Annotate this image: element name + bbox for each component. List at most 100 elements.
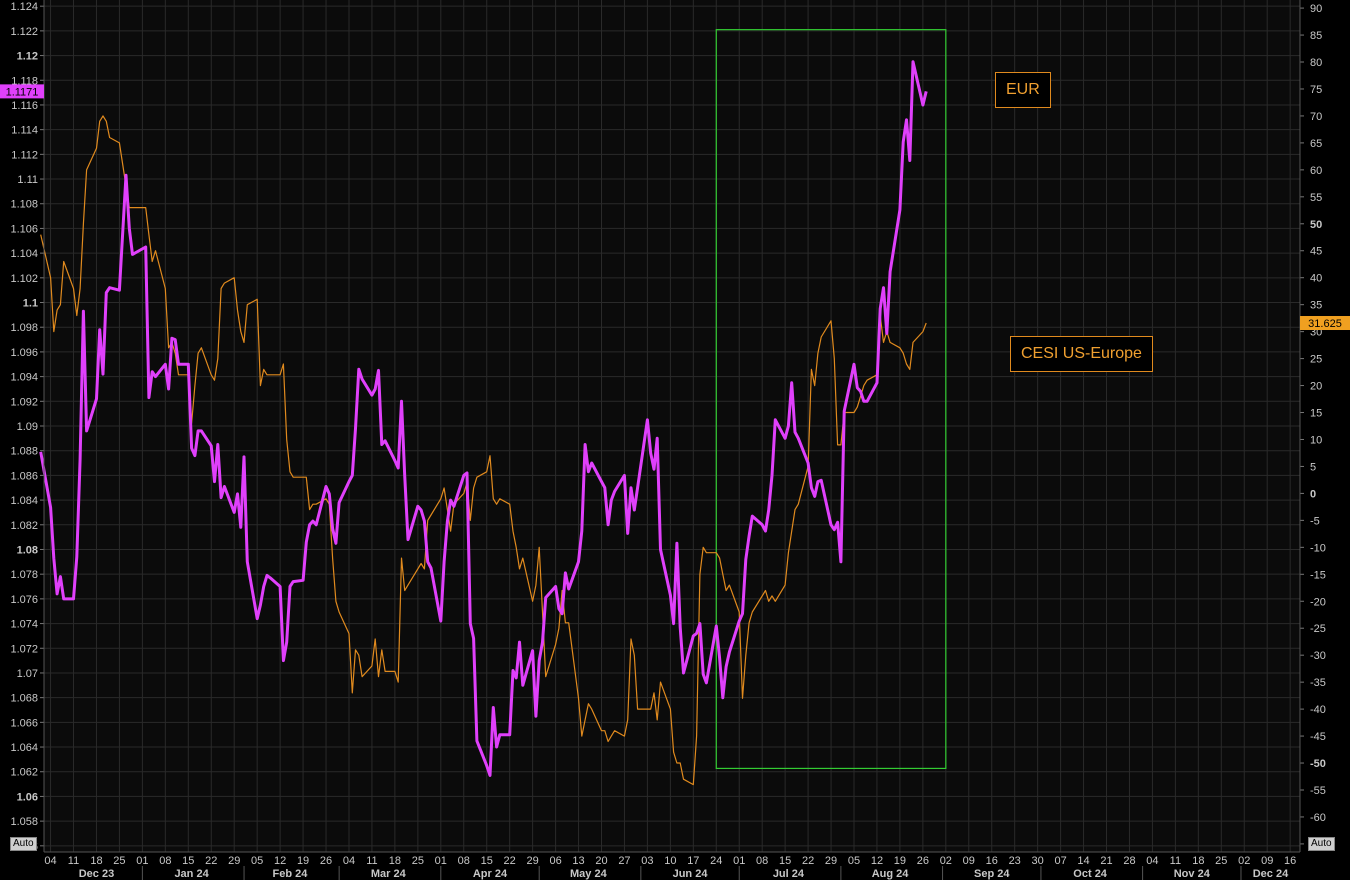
left-tick-label: 1.088 xyxy=(10,446,38,458)
right-tick-label: 0 xyxy=(1310,488,1316,500)
left-tick-label: 1.094 xyxy=(10,372,38,384)
right-tick-label: 40 xyxy=(1310,273,1322,285)
x-day-label: 08 xyxy=(756,855,768,867)
x-day-label: 11 xyxy=(68,855,79,867)
x-month-label: Mar 24 xyxy=(371,868,407,880)
x-day-label: 01 xyxy=(435,855,447,867)
left-tick-label: 1.1 xyxy=(23,298,38,310)
x-month-label: Sep 24 xyxy=(974,868,1010,880)
right-tick-label: -60 xyxy=(1310,812,1326,824)
x-day-label: 11 xyxy=(366,855,377,867)
left-tick-label: 1.076 xyxy=(10,594,38,606)
legend-cesi: CESI US-Europe xyxy=(1010,336,1153,372)
auto-scale-left-button[interactable]: Auto xyxy=(10,837,37,851)
x-day-label: 10 xyxy=(664,855,676,867)
chart-canvas: 1.124 1.122 1.12 1.1 18 1.116 1.114 1.112 1.11 1.… xyxy=(0,0,1350,880)
right-tick-label: 75 xyxy=(1310,84,1322,96)
left-tick-label: 1.104 xyxy=(10,248,38,260)
left-tick-label: 1.07 xyxy=(17,668,38,680)
x-day-label: 12 xyxy=(274,855,286,867)
x-day-label: 27 xyxy=(618,855,630,867)
x-day-label: 08 xyxy=(159,855,171,867)
right-tick-label: 45 xyxy=(1310,246,1322,258)
left-tick-label: 1.106 xyxy=(10,223,38,235)
right-tick-label: -50 xyxy=(1310,758,1326,770)
x-day-label: 09 xyxy=(1261,855,1273,867)
right-tick-label: -5 xyxy=(1310,515,1320,527)
x-month-label: Dec 23 xyxy=(79,868,114,880)
right-tick-label: -10 xyxy=(1310,542,1326,554)
right-tick-label: 15 xyxy=(1310,408,1322,420)
left-tick-label: 1.066 xyxy=(10,717,38,729)
left-tick-label: 1.082 xyxy=(10,520,38,532)
x-day-label: 25 xyxy=(412,855,424,867)
left-tick-label: 1.086 xyxy=(10,470,38,482)
x-day-label: 07 xyxy=(1054,855,1066,867)
right-tick-label: -40 xyxy=(1310,704,1326,716)
x-day-label: 19 xyxy=(297,855,309,867)
x-month-label: Feb 24 xyxy=(273,868,309,880)
x-day-label: 03 xyxy=(641,855,653,867)
x-day-label: 29 xyxy=(825,855,837,867)
left-tick-label: 1.12 xyxy=(17,51,38,63)
x-day-label: 18 xyxy=(1192,855,1204,867)
x-day-label: 28 xyxy=(1123,855,1135,867)
left-tick-label: 1.124 xyxy=(10,1,38,13)
left-tick-label: 1.116 xyxy=(11,100,38,112)
left-tick-label: 1.09 xyxy=(17,421,38,433)
right-tick-label: -30 xyxy=(1310,650,1326,662)
x-day-label: 15 xyxy=(481,855,493,867)
left-tick-label: 1.058 xyxy=(10,816,38,828)
right-tick-label: 60 xyxy=(1310,165,1322,177)
x-day-label: 18 xyxy=(389,855,401,867)
x-day-label: 29 xyxy=(228,855,240,867)
right-tick-label: 55 xyxy=(1310,192,1322,204)
x-day-label: 16 xyxy=(1284,855,1296,867)
left-tick-label: 1.092 xyxy=(10,396,38,408)
auto-scale-right-button[interactable]: Auto xyxy=(1308,837,1335,851)
left-tick-label: 1.074 xyxy=(10,619,38,631)
right-tick-label: -20 xyxy=(1310,596,1326,608)
x-day-label: 05 xyxy=(848,855,860,867)
right-tick-label: 20 xyxy=(1310,381,1322,393)
legend-eur: EUR xyxy=(995,72,1051,108)
x-day-label: 22 xyxy=(504,855,516,867)
x-day-label: 20 xyxy=(595,855,607,867)
x-day-label: 29 xyxy=(527,855,539,867)
x-day-label: 16 xyxy=(986,855,998,867)
x-day-label: 02 xyxy=(940,855,952,867)
last-value-label-eur: 1.1171 xyxy=(6,86,39,98)
x-day-label: 01 xyxy=(136,855,148,867)
x-day-label: 17 xyxy=(687,855,699,867)
x-day-label: 21 xyxy=(1100,855,1112,867)
x-month-label: Jun 24 xyxy=(673,868,709,880)
left-tick-label: 1.06 xyxy=(17,791,38,803)
x-day-label: 09 xyxy=(963,855,975,867)
right-tick-label: 10 xyxy=(1310,434,1322,446)
x-day-label: 25 xyxy=(113,855,125,867)
right-tick-label: 25 xyxy=(1310,354,1322,366)
left-tick-label: 1.114 xyxy=(11,125,38,137)
x-month-label: Jan 24 xyxy=(174,868,209,880)
right-tick-label: 70 xyxy=(1310,111,1322,123)
left-tick-label: 1.122 xyxy=(10,26,38,38)
x-day-label: 18 xyxy=(90,855,102,867)
x-day-label: 22 xyxy=(205,855,217,867)
x-day-label: 19 xyxy=(894,855,906,867)
right-tick-label: 65 xyxy=(1310,138,1322,150)
x-day-label: 24 xyxy=(710,855,722,867)
right-tick-label: 5 xyxy=(1310,461,1316,473)
x-day-label: 26 xyxy=(320,855,332,867)
x-month-label: Oct 24 xyxy=(1073,868,1108,880)
left-tick-label: 1.096 xyxy=(10,347,38,359)
x-month-label: May 24 xyxy=(570,868,608,880)
x-day-label: 11 xyxy=(1170,855,1181,867)
x-day-label: 02 xyxy=(1238,855,1250,867)
right-tick-label: -45 xyxy=(1310,731,1326,743)
right-tick-label: 90 xyxy=(1310,3,1322,15)
left-tick-label: 1.068 xyxy=(10,693,38,705)
x-day-label: 15 xyxy=(779,855,791,867)
left-tick-label: 1.108 xyxy=(10,199,38,211)
x-day-label: 22 xyxy=(802,855,814,867)
right-tick-label: 80 xyxy=(1310,57,1322,69)
